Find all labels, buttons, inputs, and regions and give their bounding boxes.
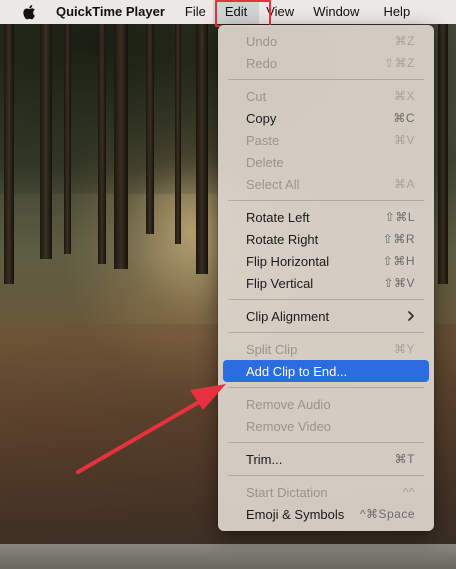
menubar-help[interactable]: Help xyxy=(371,0,422,24)
menu-item-paste[interactable]: Paste ⌘V xyxy=(223,129,429,151)
menu-item-label: Remove Video xyxy=(246,418,332,434)
menu-item-add-clip-to-end[interactable]: Add Clip to End... xyxy=(223,360,429,382)
menu-item-shortcut: ⌘Y xyxy=(393,342,415,356)
menu-item-copy[interactable]: Copy ⌘C xyxy=(223,107,429,129)
menu-item-shortcut: ^⌘Space xyxy=(359,507,415,521)
menu-item-start-dictation[interactable]: Start Dictation ^^ xyxy=(223,481,429,503)
edit-highlight-annotation xyxy=(215,0,271,27)
menu-item-remove-audio[interactable]: Remove Audio xyxy=(223,393,429,415)
menu-item-shortcut: ^^ xyxy=(402,485,415,499)
menu-item-trim[interactable]: Trim... ⌘T xyxy=(223,448,429,470)
menu-item-label: Rotate Left xyxy=(246,209,310,225)
menubar-file[interactable]: File xyxy=(178,0,213,24)
menu-separator xyxy=(228,332,424,333)
menu-item-label: Rotate Right xyxy=(246,231,319,247)
menu-item-label: Paste xyxy=(246,132,280,148)
menu-item-remove-video[interactable]: Remove Video xyxy=(223,415,429,437)
menu-item-clip-alignment[interactable]: Clip Alignment xyxy=(223,305,429,327)
menu-item-shortcut: ⌘A xyxy=(393,177,415,191)
menu-item-label: Select All xyxy=(246,176,300,192)
window-bottom-strip xyxy=(0,544,456,569)
menu-separator xyxy=(228,299,424,300)
edit-menu: Undo ⌘Z Redo ⇧⌘Z Cut ⌘X Copy ⌘C Paste ⌘V… xyxy=(218,25,434,531)
menu-separator xyxy=(228,387,424,388)
menu-item-label: Redo xyxy=(246,55,278,71)
menu-item-select-all[interactable]: Select All ⌘A xyxy=(223,173,429,195)
menu-separator xyxy=(228,475,424,476)
tree-trunk xyxy=(146,24,154,234)
menu-item-flip-horizontal[interactable]: Flip Horizontal ⇧⌘H xyxy=(223,250,429,272)
menu-item-label: Split Clip xyxy=(246,341,298,357)
tree-trunk xyxy=(98,24,106,264)
menu-separator xyxy=(228,442,424,443)
menu-separator xyxy=(228,79,424,80)
menu-item-label: Delete xyxy=(246,154,284,170)
tree-trunk xyxy=(196,24,208,274)
menu-separator xyxy=(228,200,424,201)
menu-item-label: Undo xyxy=(246,33,278,49)
tree-trunk xyxy=(64,24,71,254)
menu-item-delete[interactable]: Delete xyxy=(223,151,429,173)
tree-trunk xyxy=(40,24,52,259)
tree-trunk xyxy=(438,24,448,284)
menu-item-shortcut: ⇧⌘R xyxy=(382,232,415,246)
menu-item-undo[interactable]: Undo ⌘Z xyxy=(223,30,429,52)
menu-item-label: Emoji & Symbols xyxy=(246,506,345,522)
menubar-app-name[interactable]: QuickTime Player xyxy=(56,0,172,24)
menu-item-shortcut: ⇧⌘L xyxy=(384,210,415,224)
menu-item-shortcut: ⌘X xyxy=(393,89,415,103)
menu-item-label: Clip Alignment xyxy=(246,308,330,324)
menu-item-flip-vertical[interactable]: Flip Vertical ⇧⌘V xyxy=(223,272,429,294)
apple-icon[interactable] xyxy=(22,4,36,20)
menu-item-label: Cut xyxy=(246,88,267,104)
menu-item-label: Copy xyxy=(246,110,277,126)
menu-item-shortcut: ⌘T xyxy=(394,452,415,466)
menu-item-shortcut: ⇧⌘H xyxy=(382,254,415,268)
menu-item-shortcut: ⇧⌘V xyxy=(383,276,415,290)
menu-item-label: Flip Horizontal xyxy=(246,253,330,269)
menu-item-shortcut: ⌘C xyxy=(393,111,415,125)
menu-item-shortcut: ⇧⌘Z xyxy=(384,56,415,70)
menu-item-rotate-left[interactable]: Rotate Left ⇧⌘L xyxy=(223,206,429,228)
menubar-window[interactable]: Window xyxy=(301,0,371,24)
menu-item-label: Remove Audio xyxy=(246,396,331,412)
menu-item-label: Trim... xyxy=(246,451,283,467)
menu-item-label: Start Dictation xyxy=(246,484,328,500)
menu-item-label: Add Clip to End... xyxy=(246,363,348,379)
menu-item-shortcut: ⌘V xyxy=(393,133,415,147)
tree-trunk xyxy=(4,24,14,284)
menu-item-split-clip[interactable]: Split Clip ⌘Y xyxy=(223,338,429,360)
tree-trunk xyxy=(175,24,181,244)
tree-trunk xyxy=(114,24,128,269)
menu-item-shortcut: ⌘Z xyxy=(394,34,415,48)
menu-item-label: Flip Vertical xyxy=(246,275,314,291)
menu-item-redo[interactable]: Redo ⇧⌘Z xyxy=(223,52,429,74)
menu-item-cut[interactable]: Cut ⌘X xyxy=(223,85,429,107)
chevron-right-icon xyxy=(408,311,414,321)
menu-item-rotate-right[interactable]: Rotate Right ⇧⌘R xyxy=(223,228,429,250)
menu-item-emoji-symbols[interactable]: Emoji & Symbols ^⌘Space xyxy=(223,503,429,525)
